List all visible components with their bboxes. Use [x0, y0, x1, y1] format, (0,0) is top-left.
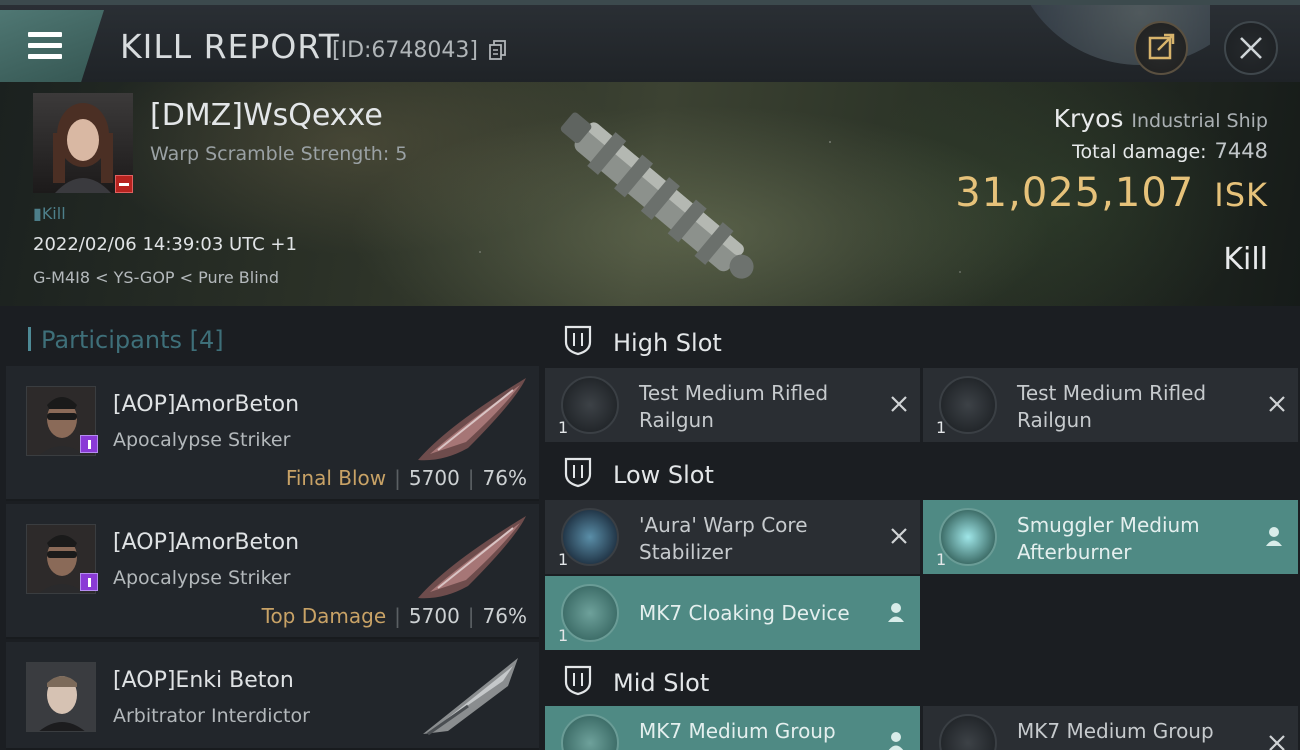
victim-ship-name: Kryos [1053, 104, 1124, 133]
cloaking-device-icon [561, 584, 619, 642]
kill-result: Kill [1223, 242, 1268, 277]
shield-slot-icon [564, 325, 592, 356]
close-button[interactable] [1224, 21, 1278, 75]
victim-ship-image[interactable] [530, 82, 780, 306]
low-slot-header: Low Slot [545, 442, 1300, 502]
menu-icon [28, 32, 62, 59]
share-button[interactable] [1134, 21, 1188, 75]
shield-slot-icon [564, 665, 592, 696]
warp-core-stabilizer-icon [561, 508, 619, 566]
destroyed-x-icon [891, 396, 907, 412]
participant-row[interactable]: [AOP]AmorBeton Apocalypse Striker Final … [6, 366, 539, 501]
menu-button[interactable] [0, 10, 104, 82]
module-name: Test Medium Rifled Railgun [639, 381, 829, 432]
mid-slot-header: Mid Slot [545, 650, 1300, 710]
module-name: MK7 Medium Group [1017, 719, 1214, 743]
corp-badge [80, 573, 98, 591]
participant-ship-image [423, 658, 518, 736]
participant-ship: Arbitrator Interdictor [113, 705, 310, 727]
shield-slot-icon [564, 457, 592, 488]
destroyed-x-icon [1269, 735, 1285, 750]
participant-ship: Apocalypse Striker [113, 429, 291, 451]
top-bar: KILL REPORT [ID:6748043] [0, 0, 1300, 82]
high-slot-header: High Slot [545, 310, 1300, 370]
module-slot[interactable]: 1 MK7 Cloaking Device [545, 576, 920, 650]
slot-name: Mid Slot [613, 669, 710, 697]
participant-ship-image [418, 516, 526, 599]
victim-pilot-name[interactable]: [DMZ]WsQexxe [150, 98, 383, 133]
warp-scramble-strength: Warp Scramble Strength: 5 [150, 143, 408, 165]
module-icon [939, 714, 997, 750]
module-slot[interactable]: MK7 Medium Group [545, 706, 920, 750]
total-damage: Total damage: 7448 [1072, 139, 1268, 163]
slot-name: High Slot [613, 329, 722, 357]
module-name: Smuggler Medium Afterburner [1017, 513, 1200, 564]
module-slot[interactable]: 1 Test Medium Rifled Railgun [545, 368, 920, 442]
participant-name: [AOP]Enki Beton [113, 668, 294, 693]
participant-name: [AOP]AmorBeton [113, 392, 300, 417]
participant-ship: Apocalypse Striker [113, 567, 291, 589]
participant-row[interactable]: [AOP]Enki Beton Arbitrator Interdictor [6, 642, 539, 750]
victim-ship[interactable]: Kryos Industrial Ship [1054, 104, 1268, 133]
kill-location[interactable]: G-M4I8 < YS-GOP < Pure Blind [33, 268, 279, 287]
module-icon [561, 714, 619, 750]
dropped-person-icon [888, 732, 904, 750]
participant-stats: Final Blow | 5700 | 76% [285, 466, 527, 490]
corp-badge [80, 435, 98, 453]
module-slot[interactable]: 1 Test Medium Rifled Railgun [923, 368, 1298, 442]
module-name: MK7 Cloaking Device [639, 601, 850, 625]
railgun-icon [561, 376, 619, 434]
destroyed-x-icon [891, 528, 907, 544]
destroyed-x-icon [1269, 396, 1285, 412]
victim-ship-class: Industrial Ship [1131, 110, 1268, 132]
participants-title: Participants [4] [28, 326, 224, 354]
dropped-person-icon [888, 603, 904, 622]
participant-name: [AOP]AmorBeton [113, 530, 300, 555]
dropped-person-icon [1266, 527, 1282, 546]
avatar[interactable] [26, 662, 96, 732]
railgun-icon [939, 376, 997, 434]
standing-badge [115, 175, 133, 193]
fitting-panel: High Slot 1 Test Medium Rifled Railgun 1… [545, 306, 1300, 750]
module-slot[interactable]: 1 'Aura' Warp Core Stabilizer [545, 500, 920, 574]
kill-datetime: 2022/02/06 14:39:03 UTC +1 [33, 234, 297, 255]
share-icon [1148, 33, 1175, 60]
participants-panel: Participants [4] [AOP]AmorBeton Apocalyp… [0, 306, 545, 750]
module-slot[interactable]: MK7 Medium Group [923, 706, 1298, 750]
kill-tag: ▮Kill [33, 204, 66, 223]
participant-stats: Top Damage | 5700 | 76% [261, 604, 527, 628]
report-id: [ID:6748043] [332, 38, 478, 63]
participant-ship-image [418, 378, 526, 461]
module-name: MK7 Medium Group [639, 719, 836, 743]
isk-value: 31,025,107 ISK [955, 170, 1268, 216]
module-name: Test Medium Rifled Railgun [1017, 381, 1207, 432]
copy-icon[interactable] [489, 40, 507, 60]
close-icon [1240, 37, 1262, 59]
page-title: KILL REPORT [120, 27, 340, 66]
victim-banner: [DMZ]WsQexxe Warp Scramble Strength: 5 ▮… [0, 82, 1300, 306]
module-name: 'Aura' Warp Core Stabilizer [639, 513, 808, 564]
afterburner-icon [939, 508, 997, 566]
module-slot[interactable]: 1 Smuggler Medium Afterburner [923, 500, 1298, 574]
slot-name: Low Slot [613, 461, 714, 489]
participant-row[interactable]: [AOP]AmorBeton Apocalypse Striker Top Da… [6, 504, 539, 639]
